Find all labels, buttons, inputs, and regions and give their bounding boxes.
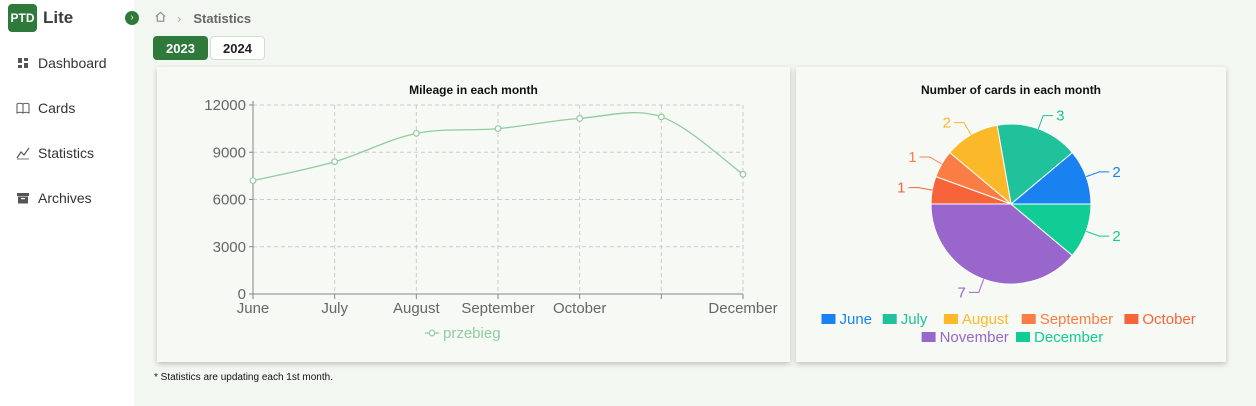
pie-label-line — [1086, 230, 1110, 237]
x-tick-label: September — [461, 300, 534, 317]
y-tick-label: 12000 — [204, 97, 246, 114]
data-point — [249, 177, 257, 184]
data-point — [331, 158, 339, 166]
y-tick-label: 9000 — [213, 144, 246, 161]
data-point — [412, 129, 420, 137]
x-tick-label: August — [393, 300, 441, 317]
sidebar-item-dashboard[interactable]: Dashboard — [16, 51, 107, 75]
x-tick-label: October — [553, 300, 606, 317]
data-point — [576, 114, 584, 122]
chart-icon — [16, 146, 30, 160]
sidebar-item-label: Archives — [38, 190, 92, 206]
pie-value-label: 1 — [897, 180, 905, 197]
mileage-chart-card: Mileage in each month 0 3000 6000 9000 12000… — [157, 67, 790, 362]
legend-swatch — [1124, 314, 1139, 324]
mileage-line-chart: 030006000900012000June July August Septembe… — [204, 97, 777, 342]
logo-text: Lite — [43, 8, 74, 27]
pie-value-label: 7 — [958, 284, 966, 301]
y-tick-label: 6000 — [213, 192, 246, 209]
legend-label: July — [901, 311, 928, 328]
pie-label-line — [908, 187, 933, 191]
pie-label-line — [968, 279, 985, 293]
x-tick-label: July — [321, 300, 348, 317]
collapse-sidebar-button[interactable]: › — [125, 11, 139, 25]
data-point — [739, 170, 747, 178]
legend-label: przebieg — [443, 325, 501, 342]
chevron-right-icon: › — [130, 12, 134, 23]
sidebar-item-cards[interactable]: Cards — [16, 96, 75, 120]
year-tabs: 2023 2024 — [153, 36, 265, 60]
legend-swatch — [882, 314, 897, 324]
sidebar-item-statistics[interactable]: Statistics — [16, 141, 94, 165]
legend-swatch — [1016, 332, 1030, 342]
legend-marker — [428, 329, 436, 337]
logo-badge[interactable]: PTD — [8, 4, 37, 32]
book-icon — [16, 101, 30, 115]
pie-value-label: 2 — [943, 115, 951, 132]
pie-value-label: 2 — [1112, 164, 1120, 181]
sidebar-item-label: Dashboard — [38, 55, 107, 71]
tab-2024[interactable]: 2024 — [210, 36, 265, 60]
sidebar: PTD Lite Dashboard Cards Statistics Arch… — [0, 0, 134, 406]
data-point — [494, 125, 502, 133]
legend-swatch — [921, 332, 936, 342]
legend-swatch — [943, 314, 958, 324]
legend-label: June — [840, 311, 873, 328]
cards-pie-chart: 2 3 2 11 7 2 June July August September October Nov… — [821, 108, 1196, 346]
data-point — [657, 113, 665, 121]
pie-label-line — [954, 122, 972, 135]
sidebar-item-archives[interactable]: Archives — [16, 186, 92, 210]
pie-value-label: 3 — [1056, 108, 1064, 125]
breadcrumb: › Statistics — [154, 10, 251, 26]
legend-label: October — [1142, 311, 1195, 328]
footnote: * Statistics are updating each 1st month… — [154, 372, 333, 383]
legend-label: September — [1040, 311, 1113, 328]
pie-value-label: 2 — [1112, 228, 1120, 245]
sidebar-item-label: Cards — [38, 100, 76, 116]
x-tick-label: June — [237, 300, 270, 317]
y-tick-label: 3000 — [213, 239, 246, 256]
legend-swatch — [1021, 314, 1036, 324]
pie-label-line — [1037, 115, 1054, 129]
tab-2023[interactable]: 2023 — [153, 36, 208, 60]
pie-label-line — [919, 156, 942, 165]
legend-label: November — [940, 329, 1009, 346]
archive-icon — [16, 191, 30, 205]
pie-label-line — [1086, 171, 1110, 178]
breadcrumb-current: Statistics — [193, 10, 252, 26]
pie-value-label: 1 — [908, 149, 916, 166]
legend-swatch — [821, 314, 836, 324]
dashboard-icon — [16, 56, 30, 70]
home-icon[interactable] — [154, 10, 167, 26]
legend-label: August — [962, 311, 1010, 328]
cards-pie-card: Number of cards in each month 2 3 2 1 1 7 2 Jun… — [796, 67, 1226, 362]
legend-label: December — [1034, 329, 1103, 346]
chevron-right-icon: › — [177, 10, 182, 26]
sidebar-item-label: Statistics — [38, 145, 95, 161]
x-tick-label: December — [708, 300, 777, 317]
